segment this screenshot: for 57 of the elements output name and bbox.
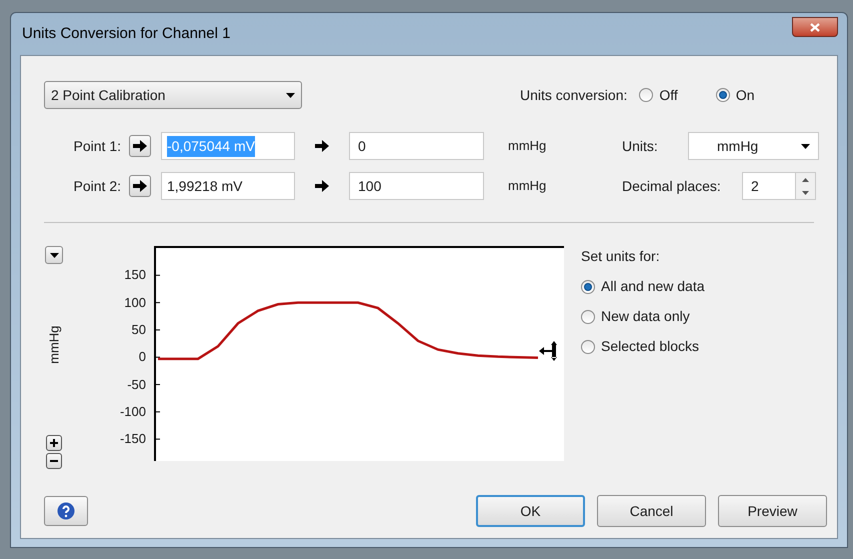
caret-icon — [801, 144, 810, 148]
radio-button[interactable] — [716, 88, 730, 102]
arrow-icon — [315, 180, 329, 192]
tick-label: -150 — [120, 432, 146, 446]
tick-label: 0 — [138, 350, 146, 364]
close-icon — [810, 22, 820, 32]
help-button[interactable] — [44, 496, 88, 526]
dialog-button[interactable]: Cancel — [597, 495, 706, 527]
radio-button[interactable] — [581, 340, 595, 354]
units-conversion-label: Units conversion: — [520, 86, 628, 104]
decimal-places-spinner[interactable]: 2 — [742, 172, 816, 200]
plus-icon — [50, 439, 58, 447]
tick-label: -100 — [120, 404, 146, 419]
arrow-icon — [133, 140, 147, 152]
output-field[interactable]: 100 — [349, 172, 484, 200]
mode-dropdown[interactable]: 2 Point Calibration — [44, 81, 302, 109]
spin-up-icon[interactable] — [796, 173, 815, 186]
resize-cursor-icon — [539, 341, 559, 361]
tick-label: 50 — [132, 322, 146, 337]
point-label: Point 1: — [72, 136, 122, 156]
radio-button[interactable] — [581, 310, 595, 324]
window-title: Units Conversion for Channel 1 — [21, 24, 230, 44]
dialog-button[interactable]: OK — [476, 495, 585, 527]
zoom-in-button[interactable] — [46, 435, 62, 451]
tick-label: 100 — [124, 296, 146, 310]
radio-label: On — [736, 86, 754, 104]
caret-icon — [286, 92, 295, 98]
tick-label: 150 — [124, 268, 146, 282]
tick-label: -50 — [127, 378, 146, 392]
set-units-label: Set units for: — [581, 247, 661, 266]
arrow-icon — [133, 180, 147, 192]
radio-button[interactable] — [639, 88, 654, 102]
caret-icon — [50, 252, 58, 258]
close-button[interactable] — [792, 17, 838, 37]
radio-label: All and new data — [601, 277, 705, 296]
point-label: Point 2: — [72, 176, 122, 196]
minus-icon — [50, 457, 58, 465]
output-field[interactable]: 0 — [349, 132, 484, 160]
capture-button[interactable] — [129, 135, 151, 157]
input-field[interactable]: 1,99218 mV — [161, 172, 295, 200]
arrow-icon — [315, 140, 329, 152]
radio-label: Off — [659, 86, 678, 104]
y-axis-label: mmHg — [45, 325, 62, 364]
radio-button[interactable] — [581, 280, 595, 294]
radio-label: Selected blocks — [601, 337, 700, 356]
help-icon — [57, 502, 75, 520]
units-label: Units: — [622, 136, 659, 156]
units-dropdown[interactable]: mmHg — [688, 132, 819, 160]
capture-button[interactable] — [129, 175, 151, 197]
dropdown-button[interactable] — [45, 246, 63, 264]
decimal-places-label: Decimal places: — [622, 176, 722, 196]
zoom-out-button[interactable] — [46, 453, 62, 469]
spin-down-icon[interactable] — [796, 186, 815, 199]
unit-label: mmHg — [508, 177, 548, 196]
radio-label: New data only — [601, 307, 690, 326]
unit-label: mmHg — [508, 137, 548, 156]
dialog-button[interactable]: Preview — [718, 495, 827, 527]
